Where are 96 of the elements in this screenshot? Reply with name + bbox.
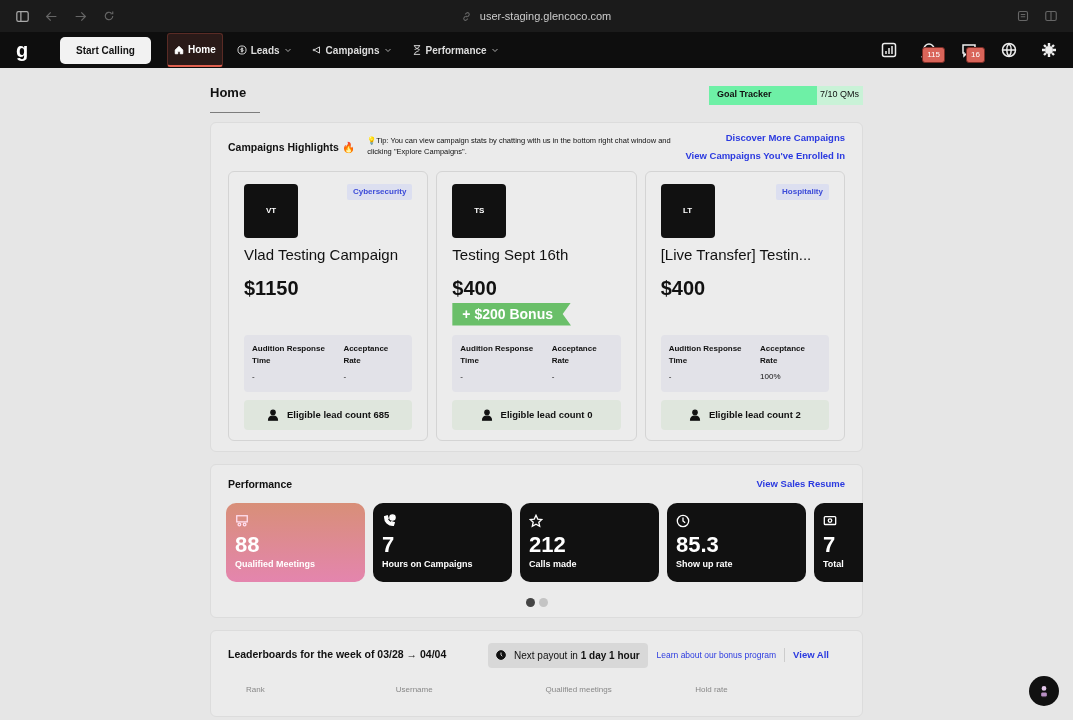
section-title: Campaigns Highlights 🔥 bbox=[228, 140, 356, 155]
section-title: Leaderboards for the week of 03/28 → 04/04 bbox=[228, 647, 448, 663]
campaign-payout: $1150 bbox=[244, 275, 300, 301]
bonus-ribbon: + $200 Bonus bbox=[452, 302, 571, 326]
metric-card[interactable]: 7 Hours on Campaigns bbox=[373, 502, 512, 582]
house-icon bbox=[173, 44, 184, 55]
view-all-link[interactable]: View All bbox=[784, 647, 829, 663]
lead-count: Eligible lead count 685 bbox=[286, 407, 390, 422]
metric-card[interactable]: 7 Total bbox=[814, 502, 863, 582]
clock-icon bbox=[496, 650, 506, 660]
stat-label: Acceptance Rate bbox=[760, 342, 806, 367]
clock-icon bbox=[676, 513, 690, 528]
phone-icon bbox=[382, 513, 396, 528]
campaign-logo: LT bbox=[660, 184, 715, 238]
stat-label: Audition Response Time bbox=[668, 342, 743, 367]
url-text[interactable]: user-staging.glencoco.com bbox=[479, 7, 612, 25]
notification-badge: 115 bbox=[922, 47, 945, 63]
hourglass-icon bbox=[411, 45, 422, 55]
campaign-link[interactable]: Discover More Campaigns bbox=[685, 131, 845, 146]
stat-value: - bbox=[460, 370, 464, 383]
split-view-icon bbox=[1045, 10, 1057, 22]
star-icon bbox=[529, 513, 543, 528]
campaign-link[interactable]: View Campaigns You've Enrolled In bbox=[685, 149, 845, 164]
stat-label: Audition Response Time bbox=[460, 342, 535, 367]
stat-label: Acceptance Rate bbox=[343, 342, 390, 367]
dollar-icon bbox=[236, 45, 247, 55]
metric-label: Show up rate bbox=[676, 558, 734, 571]
stat-value: - bbox=[668, 370, 673, 383]
person-icon bbox=[688, 408, 701, 421]
payout-text: Next payout in 1 day 1 hour bbox=[514, 648, 640, 663]
metric-value: 7 bbox=[382, 534, 396, 556]
reader-icon bbox=[1017, 10, 1029, 22]
lead-count: Eligible lead count 2 bbox=[708, 407, 801, 422]
sales-resume-link[interactable]: View Sales Resume bbox=[756, 476, 845, 493]
column-header: Username bbox=[395, 683, 434, 696]
metric-value: 7 bbox=[823, 534, 837, 556]
campaign-logo: VT bbox=[244, 184, 298, 238]
back-icon bbox=[45, 9, 58, 23]
link-icon bbox=[460, 10, 472, 22]
goal-tracker[interactable]: Goal Tracker 7/10 QMs bbox=[709, 85, 863, 105]
campaign-payout: $400 bbox=[452, 275, 498, 301]
campaign-name: [Live Transfer] Testin... bbox=[660, 245, 813, 265]
carousel-dot[interactable] bbox=[538, 597, 548, 607]
bonus-program-link[interactable]: Learn about our bonus program bbox=[656, 648, 777, 662]
nav-tab[interactable]: Performance bbox=[405, 33, 505, 67]
stat-label: Acceptance Rate bbox=[551, 342, 598, 367]
stat-value: - bbox=[343, 370, 348, 383]
nav-tab[interactable]: Home bbox=[166, 33, 223, 67]
start-calling-button[interactable]: Start Calling bbox=[60, 36, 151, 64]
logo[interactable]: g bbox=[16, 40, 52, 60]
stat-value: 100% bbox=[760, 370, 782, 383]
stat-value: - bbox=[551, 370, 556, 383]
goal-label: Goal Tracker bbox=[716, 88, 772, 102]
reload-icon bbox=[103, 10, 115, 22]
category-tag: Cybersecurity bbox=[346, 184, 413, 200]
nav-tab[interactable]: Campaigns bbox=[305, 33, 398, 67]
person-icon bbox=[480, 408, 493, 421]
metric-label: Qualified Meetings bbox=[235, 558, 316, 571]
stat-value: - bbox=[252, 370, 256, 383]
globe-icon bbox=[1001, 42, 1017, 58]
metric-label: Hours on Campaigns bbox=[382, 558, 474, 571]
category-tag: Hospitality bbox=[776, 184, 829, 200]
campaign-payout: $400 bbox=[660, 275, 707, 301]
lead-count: Eligible lead count 0 bbox=[500, 407, 593, 422]
campaign-name: Vlad Testing Campaign bbox=[244, 245, 399, 265]
megaphone-icon bbox=[311, 45, 322, 55]
metric-value: 212 bbox=[529, 534, 567, 556]
section-title: Performance bbox=[228, 476, 293, 492]
campaign-card[interactable]: LT Hospitality [Live Transfer] Testin... $400 Audition Response Time - Acceptance Rate 100% Eligible lead count 2 bbox=[644, 171, 845, 441]
settings-icon bbox=[1041, 42, 1057, 58]
metric-label: Total bbox=[823, 558, 845, 571]
metric-card[interactable]: 85.3 Show up rate bbox=[667, 502, 806, 582]
metric-card[interactable]: 212 Calls made bbox=[520, 502, 659, 582]
presentation-icon bbox=[235, 513, 249, 528]
stat-label: Audition Response Time bbox=[252, 342, 326, 367]
chart-icon bbox=[881, 42, 897, 58]
campaign-card[interactable]: VT Cybersecurity Vlad Testing Campaign $1150 Audition Response Time - Acceptance Rate - Eligible lead count 685 bbox=[228, 171, 429, 441]
nav-tab[interactable]: Leads bbox=[230, 33, 298, 67]
column-header: Hold rate bbox=[695, 683, 729, 696]
money-icon bbox=[823, 513, 837, 528]
metric-value: 85.3 bbox=[676, 534, 720, 556]
notification-badge: 16 bbox=[966, 47, 985, 63]
sidebar-icon bbox=[16, 9, 29, 23]
carousel-dot[interactable] bbox=[525, 597, 535, 607]
forward-icon bbox=[74, 9, 87, 23]
campaign-card[interactable]: TS Testing Sept 16th $400 + $200 Bonus Audition Response Time - Acceptance Rate - Eligible lead count 0 bbox=[436, 171, 637, 441]
metric-label: Calls made bbox=[529, 558, 578, 571]
page-title: Home bbox=[210, 83, 248, 102]
campaign-logo: TS bbox=[452, 184, 507, 238]
column-header: Rank bbox=[246, 683, 266, 696]
campaign-name: Testing Sept 16th bbox=[452, 245, 570, 265]
person-icon bbox=[266, 408, 279, 421]
goal-reading: 7/10 QMs bbox=[820, 88, 860, 102]
metric-value: 88 bbox=[235, 534, 261, 556]
chat-launcher-button[interactable] bbox=[1029, 676, 1059, 706]
column-header: Qualified meetings bbox=[545, 683, 613, 696]
